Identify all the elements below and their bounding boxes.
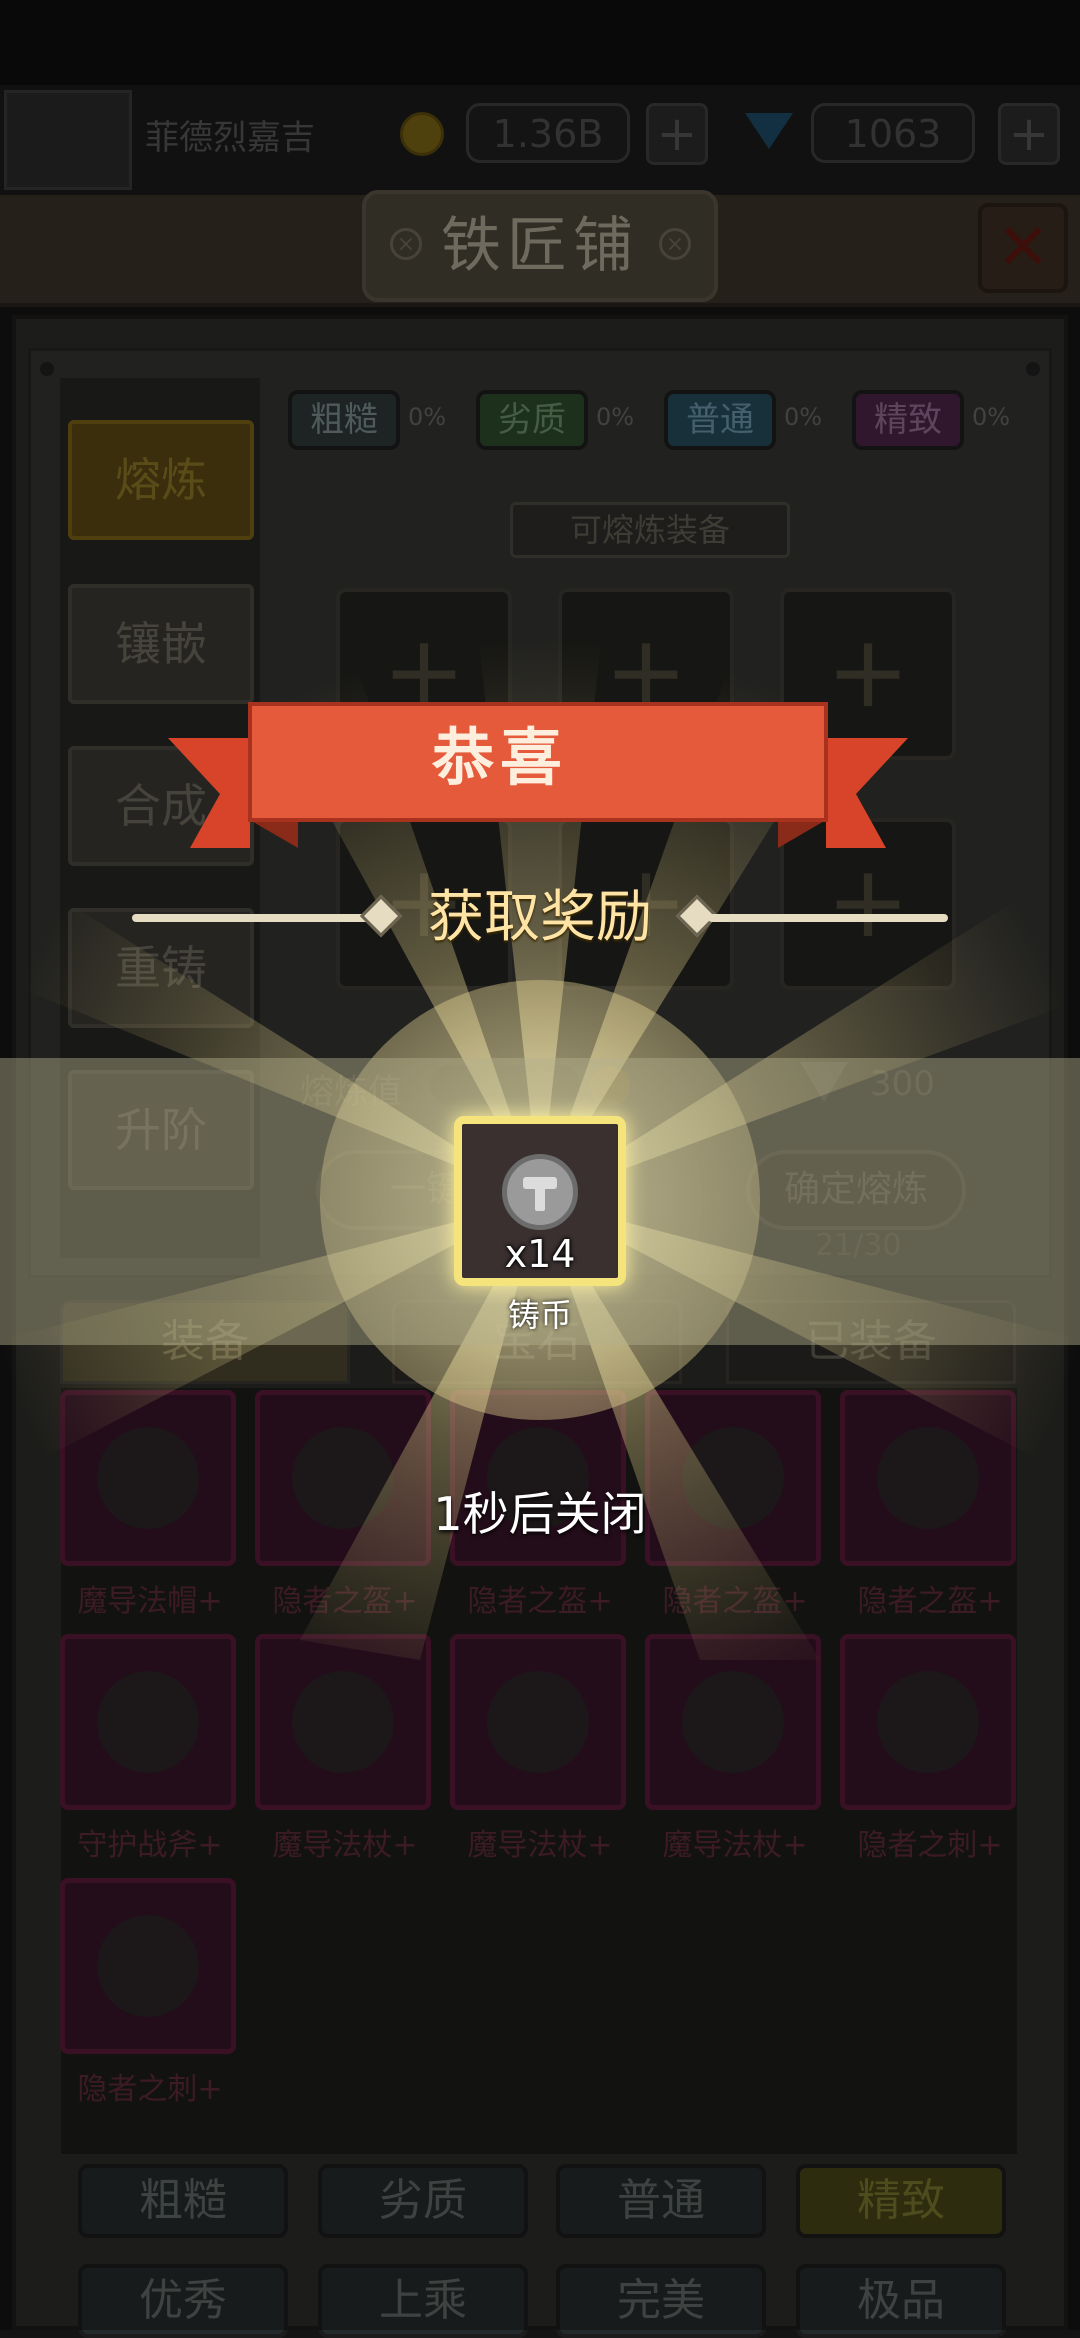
reward-title: 获取奖励 [428, 885, 652, 950]
title-line-left [132, 914, 372, 922]
hammer-coin-icon [502, 1154, 578, 1230]
auto-close-countdown: 1秒后关闭 [433, 1487, 647, 1541]
title-line-right [708, 914, 948, 922]
reward-name: 铸币 [507, 1296, 572, 1334]
reward-quantity: x14 [504, 1232, 576, 1276]
congrats-banner-text: 恭喜 [431, 721, 568, 794]
